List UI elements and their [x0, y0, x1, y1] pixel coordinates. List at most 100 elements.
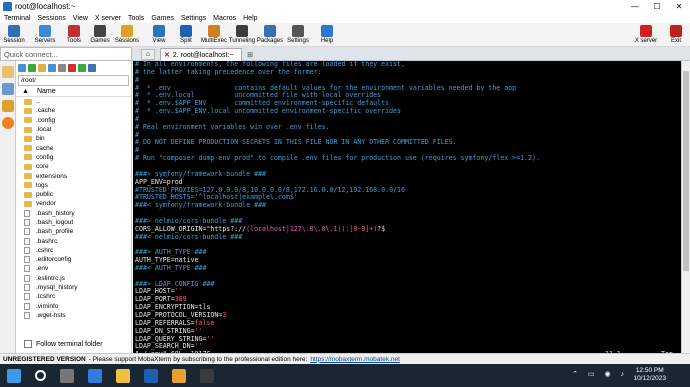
file-row-editorconfig[interactable]: .editorconfig	[16, 255, 131, 264]
file-row-cshrc[interactable]: .cshrc	[16, 246, 131, 255]
file-icon	[24, 293, 30, 301]
file-row-wget-hsts[interactable]: .wget-hsts	[16, 311, 131, 319]
name-column-header[interactable]: ▲ Name	[16, 87, 131, 97]
file-icon	[24, 311, 30, 319]
file-row-extensions[interactable]: extensions	[16, 171, 131, 180]
minimize-button[interactable]: —	[624, 0, 646, 13]
edge-icon[interactable]	[88, 368, 102, 383]
menu-sessions[interactable]: Sessions	[35, 15, 70, 22]
file-row-bash-history[interactable]: .bash_history	[16, 209, 131, 218]
file-row-tcshrc[interactable]: .tcshrc	[16, 292, 131, 301]
terminal-text: ''	[194, 326, 203, 335]
mobaxterm-link[interactable]: https://mobaxterm.mobatek.net	[310, 356, 400, 363]
system-tray[interactable]: ⌃ ▭ ◉ ♪	[572, 370, 628, 378]
follow-checkbox[interactable]	[24, 340, 32, 348]
store-icon[interactable]	[144, 368, 158, 383]
file-row-bash-profile[interactable]: .bash_profile	[16, 227, 131, 236]
file-row-cache[interactable]: cache	[16, 143, 131, 152]
terminal-text: (:[0-9]+)	[341, 224, 378, 233]
menu-macros[interactable]: Macros	[211, 15, 241, 22]
new-file-icon[interactable]	[58, 63, 66, 72]
terminal-text: # * .env contains default values for the…	[135, 83, 517, 92]
session-tabs-bar: ⌂ ✕ 2. root@localhost:~ ⊞	[132, 47, 690, 61]
taskbar-clock[interactable]: 12:50 PM 10/12/2023	[633, 367, 666, 383]
macros-tab-icon[interactable]	[2, 117, 14, 129]
sync-icon[interactable]	[78, 63, 86, 72]
terminal-scrollbar[interactable]	[681, 61, 690, 353]
exit-button[interactable]: Exit	[660, 23, 690, 47]
terminal-text: 389	[174, 295, 187, 304]
servers-button[interactable]: Servers	[29, 23, 61, 47]
new-tab-icon[interactable]: ⊞	[244, 49, 256, 60]
x-server-button[interactable]: X server	[630, 23, 662, 47]
scrollbar-thumb[interactable]	[683, 71, 689, 271]
menu-tools[interactable]: Tools	[126, 15, 149, 22]
file-row-logs[interactable]: logs	[16, 181, 131, 190]
file-name: .bashrc	[36, 237, 58, 245]
file-row-bin[interactable]: bin	[16, 134, 131, 143]
file-row-mysql-history[interactable]: .mysql_history	[16, 283, 131, 292]
sftp-tab-icon[interactable]	[2, 100, 14, 112]
menu-view[interactable]: View	[71, 15, 93, 22]
menu-terminal[interactable]: Terminal	[2, 15, 35, 22]
maximize-button[interactable]: ☐	[646, 0, 668, 13]
sessions-tab-icon[interactable]	[2, 66, 14, 78]
file-name: .env	[36, 265, 49, 273]
menu-settings[interactable]: Settings	[179, 15, 211, 22]
home-tab-icon[interactable]: ⌂	[141, 49, 155, 60]
terminal-line: # * .env.$APP_ENV.local uncommitted envi…	[135, 107, 681, 116]
file-name: core	[36, 163, 49, 171]
games-label: Games	[90, 38, 110, 44]
file-row-config[interactable]: .config	[16, 116, 131, 125]
follow-terminal-folder[interactable]: Follow terminal folder	[16, 337, 132, 351]
file-row-bashrc[interactable]: .bashrc	[16, 236, 131, 245]
tools-tab-icon[interactable]	[2, 83, 14, 95]
terminal-line: AUTH_TYPE=native	[135, 256, 681, 265]
quick-connect-input[interactable]: Quick connect...	[0, 47, 132, 61]
tab-root-localhost[interactable]: ✕ 2. root@localhost:~	[160, 48, 242, 61]
file-row-public[interactable]: public	[16, 190, 131, 199]
settings-button[interactable]: Settings	[282, 23, 314, 47]
file-row-eslintrc-js[interactable]: .eslintrc.js	[16, 274, 131, 283]
properties-icon[interactable]	[88, 63, 96, 72]
refresh-icon[interactable]	[48, 63, 56, 72]
terminal-line: ###< nelmio/cors-bundle ###	[135, 233, 681, 242]
download-icon[interactable]	[28, 63, 36, 72]
file-row-env[interactable]: .env	[16, 264, 131, 273]
chrome-icon[interactable]	[172, 368, 186, 383]
file-row-local[interactable]: .local	[16, 125, 131, 134]
multiexec-icon	[208, 25, 220, 37]
tunneling-label: Tunneling	[228, 38, 256, 44]
delete-icon[interactable]	[68, 63, 76, 72]
menu-games[interactable]: Games	[149, 15, 179, 22]
file-row-config[interactable]: config	[16, 153, 131, 162]
menu-x-server[interactable]: X server	[93, 15, 126, 22]
terminal-text: # * .env.local uncommitted file with loc…	[135, 91, 382, 100]
task-view-icon[interactable]	[60, 368, 74, 383]
file-row-core[interactable]: core	[16, 162, 131, 171]
file-explorer-icon[interactable]	[116, 368, 130, 383]
close-button[interactable]: ✕	[668, 0, 690, 13]
session-button[interactable]: Session	[0, 23, 30, 47]
terminal-output[interactable]: # In all environments, the following fil…	[133, 61, 681, 353]
upload-icon[interactable]	[18, 63, 26, 72]
windows-start-icon[interactable]	[7, 368, 21, 383]
close-tab-icon[interactable]: ✕	[164, 51, 170, 59]
menu-help[interactable]: Help	[241, 15, 262, 22]
sessions-button[interactable]: Sessions	[111, 23, 143, 47]
tab-label: 2. root@localhost:~	[172, 51, 234, 59]
file-row-bash-logout[interactable]: .bash_logout	[16, 218, 131, 227]
file-row-cache[interactable]: .cache	[16, 106, 131, 115]
help-button[interactable]: Help	[311, 23, 343, 47]
session-icon	[8, 25, 20, 37]
terminal-line: # Run "composer dump-env prod" to compil…	[135, 154, 681, 163]
file-row-viminfo[interactable]: .viminfo	[16, 302, 131, 311]
sftp-path-input[interactable]: /root/	[18, 75, 129, 86]
terminal-text: ###> symfony/framework-bundle ###	[135, 169, 267, 178]
file-row-vendor[interactable]: vendor	[16, 199, 131, 208]
terminal-line: # the latter taking precedence over the …	[135, 68, 681, 77]
file-row-item[interactable]: ..	[16, 97, 131, 106]
search-icon[interactable]	[35, 370, 46, 381]
mobaxterm-taskbar-icon[interactable]	[200, 368, 214, 383]
new-folder-icon[interactable]	[38, 63, 46, 72]
